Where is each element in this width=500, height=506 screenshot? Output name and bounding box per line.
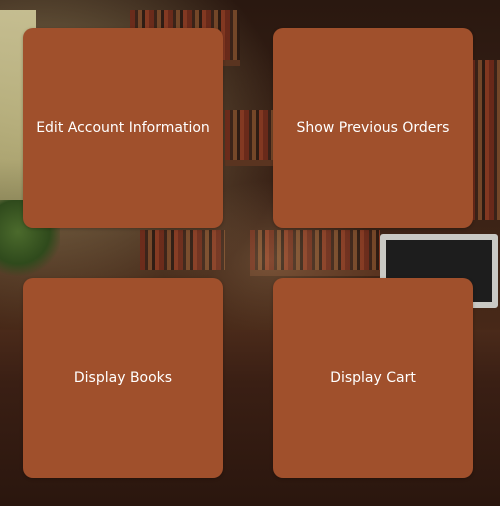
- display-cart-button[interactable]: Display Cart: [273, 278, 473, 478]
- display-books-button[interactable]: Display Books: [23, 278, 223, 478]
- books-row: [470, 60, 500, 220]
- edit-account-button[interactable]: Edit Account Information: [23, 28, 223, 228]
- edit-account-label: Edit Account Information: [36, 120, 210, 136]
- show-previous-orders-button[interactable]: Show Previous Orders: [273, 28, 473, 228]
- previous-orders-label: Show Previous Orders: [296, 120, 450, 136]
- books-row: [225, 110, 275, 160]
- display-books-label: Display Books: [73, 370, 173, 386]
- display-cart-label: Display Cart: [330, 370, 416, 386]
